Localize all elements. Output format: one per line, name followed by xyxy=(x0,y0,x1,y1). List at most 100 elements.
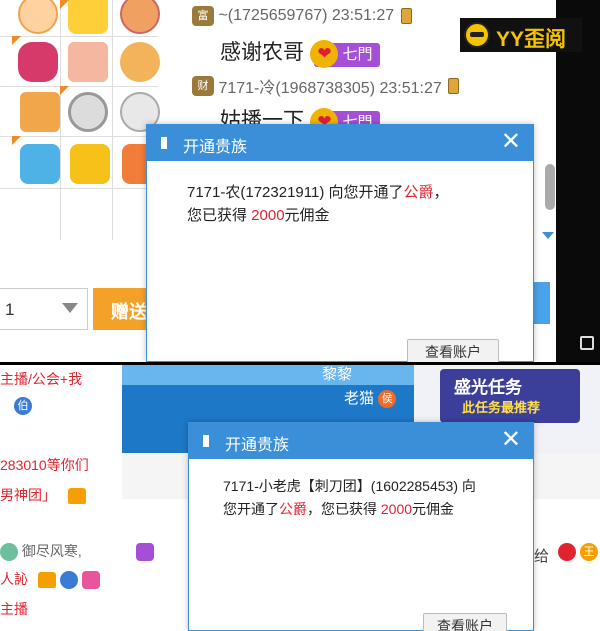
banner-stripe xyxy=(122,365,414,385)
mobile-icon xyxy=(448,78,460,94)
dialog-text: 7171-农(172321911) 向您开通了 xyxy=(187,184,404,201)
laugh-face-emoji[interactable] xyxy=(120,0,160,34)
dialog-title: 开通贵族 xyxy=(225,437,290,454)
edit-icon[interactable] xyxy=(580,336,594,350)
chevron-down-icon[interactable] xyxy=(62,303,78,313)
gift-quantity-select[interactable]: 1 xyxy=(0,288,88,330)
dialog-line-2: 您开通了公爵，您已获得 2000元佣金 xyxy=(223,498,523,521)
chat-text: 主播/公会+我 xyxy=(0,371,83,387)
quantity-value: 1 xyxy=(5,300,15,319)
viewer-name[interactable]: 黎黎 xyxy=(322,365,352,384)
crown-icon xyxy=(67,488,86,505)
chat-text: 男神团」 xyxy=(0,487,56,503)
chat-text: 主播 xyxy=(0,601,28,617)
speaker-icon xyxy=(203,435,215,447)
send-gift-button[interactable]: 赠送 xyxy=(93,288,153,330)
yy-watermark-logo: YY歪阅 xyxy=(460,18,582,52)
chat-line: 人訫 xyxy=(0,569,100,590)
mobile-icon xyxy=(400,8,412,24)
speaker-icon xyxy=(161,137,173,149)
yy-mascot-icon xyxy=(464,22,490,48)
noble-badge-icon xyxy=(59,571,78,590)
dialog-line-2: 您已获得 2000元佣金 xyxy=(187,204,507,227)
bear-emoji[interactable] xyxy=(120,42,160,82)
chat-text: 给 xyxy=(534,548,550,565)
heart-emoji[interactable] xyxy=(18,42,58,82)
earl-badge-icon: 伯 xyxy=(14,397,32,416)
noble-notification-dialog: 开通贵族 ✕ 7171-小老虎【刺刀团】(1602285453) 向 您开通了公… xyxy=(188,422,534,631)
noble-notification-dialog: 开通贵族 ✕ 7171-农(172321911) 向您开通了公爵， 您已获得 2… xyxy=(146,124,534,362)
king-badge-icon: 王 xyxy=(580,543,598,561)
dialog-text: ， xyxy=(433,184,449,201)
viewer-name-text: 老猫 xyxy=(344,390,375,407)
top-stream-panel: 1 赠送 富 ~(1725659767) 23:51:27 感谢农哥 ❤ 七門 … xyxy=(0,0,600,362)
corner-marker xyxy=(60,86,69,95)
dialog-text: 您已获得 xyxy=(187,207,252,224)
smile-face-emoji[interactable] xyxy=(18,0,58,34)
chat-user-id[interactable]: 7171-冷(1968738305) 23:51:27 xyxy=(218,80,441,97)
chat-meta-line: 富 ~(1725659767) 23:51:27 xyxy=(192,6,412,26)
noble-level-label: 七門 xyxy=(342,45,373,63)
marquis-badge-icon xyxy=(136,543,154,561)
user-avatar-icon xyxy=(0,543,18,562)
chat-text: 御尽风寒, xyxy=(21,543,82,559)
gem-icon xyxy=(81,571,100,590)
view-account-button[interactable]: 查看账户 xyxy=(423,613,507,631)
scrollbar-thumb[interactable] xyxy=(545,164,555,210)
side-dark-strip xyxy=(556,0,600,362)
trumpet-emoji[interactable] xyxy=(68,0,108,34)
chat-line: 伯 xyxy=(14,397,32,416)
rich-badge-icon: 富 xyxy=(192,6,214,26)
promo-subtitle: 此任务最推荐 xyxy=(462,400,541,415)
chat-line: 男神团」 xyxy=(0,485,86,505)
chat-line: 御尽风寒, xyxy=(0,541,82,562)
corner-marker xyxy=(60,0,69,9)
chat-message-text: 感谢农哥 xyxy=(220,41,304,64)
commission-amount: 2000 xyxy=(251,207,285,224)
dialog-message: 7171-农(172321911) 向您开通了公爵， 您已获得 2000元佣金 xyxy=(187,181,507,227)
crown-icon xyxy=(37,572,56,589)
dialog-header: 开通贵族 ✕ xyxy=(147,125,533,161)
grid-divider xyxy=(0,36,158,37)
scroll-down-icon[interactable] xyxy=(542,232,554,239)
dialog-title: 开通贵族 xyxy=(183,139,248,156)
noble-level-badge: ❤ 七門 xyxy=(310,39,381,68)
promo-title: 盛光任务 xyxy=(454,378,522,397)
perfume-emoji[interactable] xyxy=(20,92,60,132)
logo-text: YY歪阅 xyxy=(496,28,567,51)
close-icon[interactable]: ✕ xyxy=(501,427,521,453)
heart-shield-icon xyxy=(558,543,576,561)
grid-divider xyxy=(0,188,158,189)
commission-amount: 2000 xyxy=(380,501,413,517)
heart-icon: ❤ xyxy=(310,39,339,68)
chat-line: 主播/公会+我 xyxy=(0,369,82,389)
dialog-text: ，您已获得 xyxy=(307,501,381,517)
corner-marker xyxy=(12,136,21,145)
bottom-stream-panel: 主播/公会+我 伯 283010等你们 男神团」 御尽风寒, 人訫 主播 黎黎 xyxy=(0,365,600,631)
ring-emoji[interactable] xyxy=(68,92,108,132)
chat-line: 主播 xyxy=(0,599,28,619)
viewer-name-text: 黎黎 xyxy=(322,366,353,383)
dialog-message: 7171-小老虎【刺刀团】(1602285453) 向 您开通了公爵，您已获得 … xyxy=(223,475,523,521)
chat-message-line: 感谢农哥 ❤ 七門 xyxy=(192,36,381,68)
close-icon[interactable]: ✕ xyxy=(501,129,521,155)
view-account-button[interactable]: 查看账户 xyxy=(407,339,499,362)
dialog-text: 元佣金 xyxy=(284,207,330,224)
viewer-name[interactable]: 老猫 侯 xyxy=(344,387,397,409)
dialog-line-1: 7171-小老虎【刺刀团】(1602285453) 向 xyxy=(223,478,476,494)
left-chat-column: 主播/公会+我 伯 283010等你们 男神团」 御尽风寒, 人訫 主播 xyxy=(0,365,122,631)
marquis-badge-icon: 侯 xyxy=(378,390,397,409)
promo-card[interactable]: 盛光任务 此任务最推荐 xyxy=(440,369,580,423)
emoji-picker-grid xyxy=(0,0,162,240)
send-button-edge[interactable] xyxy=(532,282,550,324)
chat-user-id[interactable]: ~(1725659767) 23:51:27 xyxy=(218,7,394,24)
dialog-header: 开通贵族 ✕ xyxy=(189,423,533,459)
wealth-badge-icon: 财 xyxy=(192,76,214,96)
laugh-text-emoji[interactable] xyxy=(70,144,110,184)
chat-text: 283010等你们 xyxy=(0,457,89,473)
chat-line: 283010等你们 xyxy=(0,455,89,475)
noble-rank-text: 公爵 xyxy=(403,184,434,201)
cute-text-emoji[interactable] xyxy=(20,144,60,184)
corner-marker xyxy=(12,36,21,45)
couple-emoji[interactable] xyxy=(68,42,108,82)
